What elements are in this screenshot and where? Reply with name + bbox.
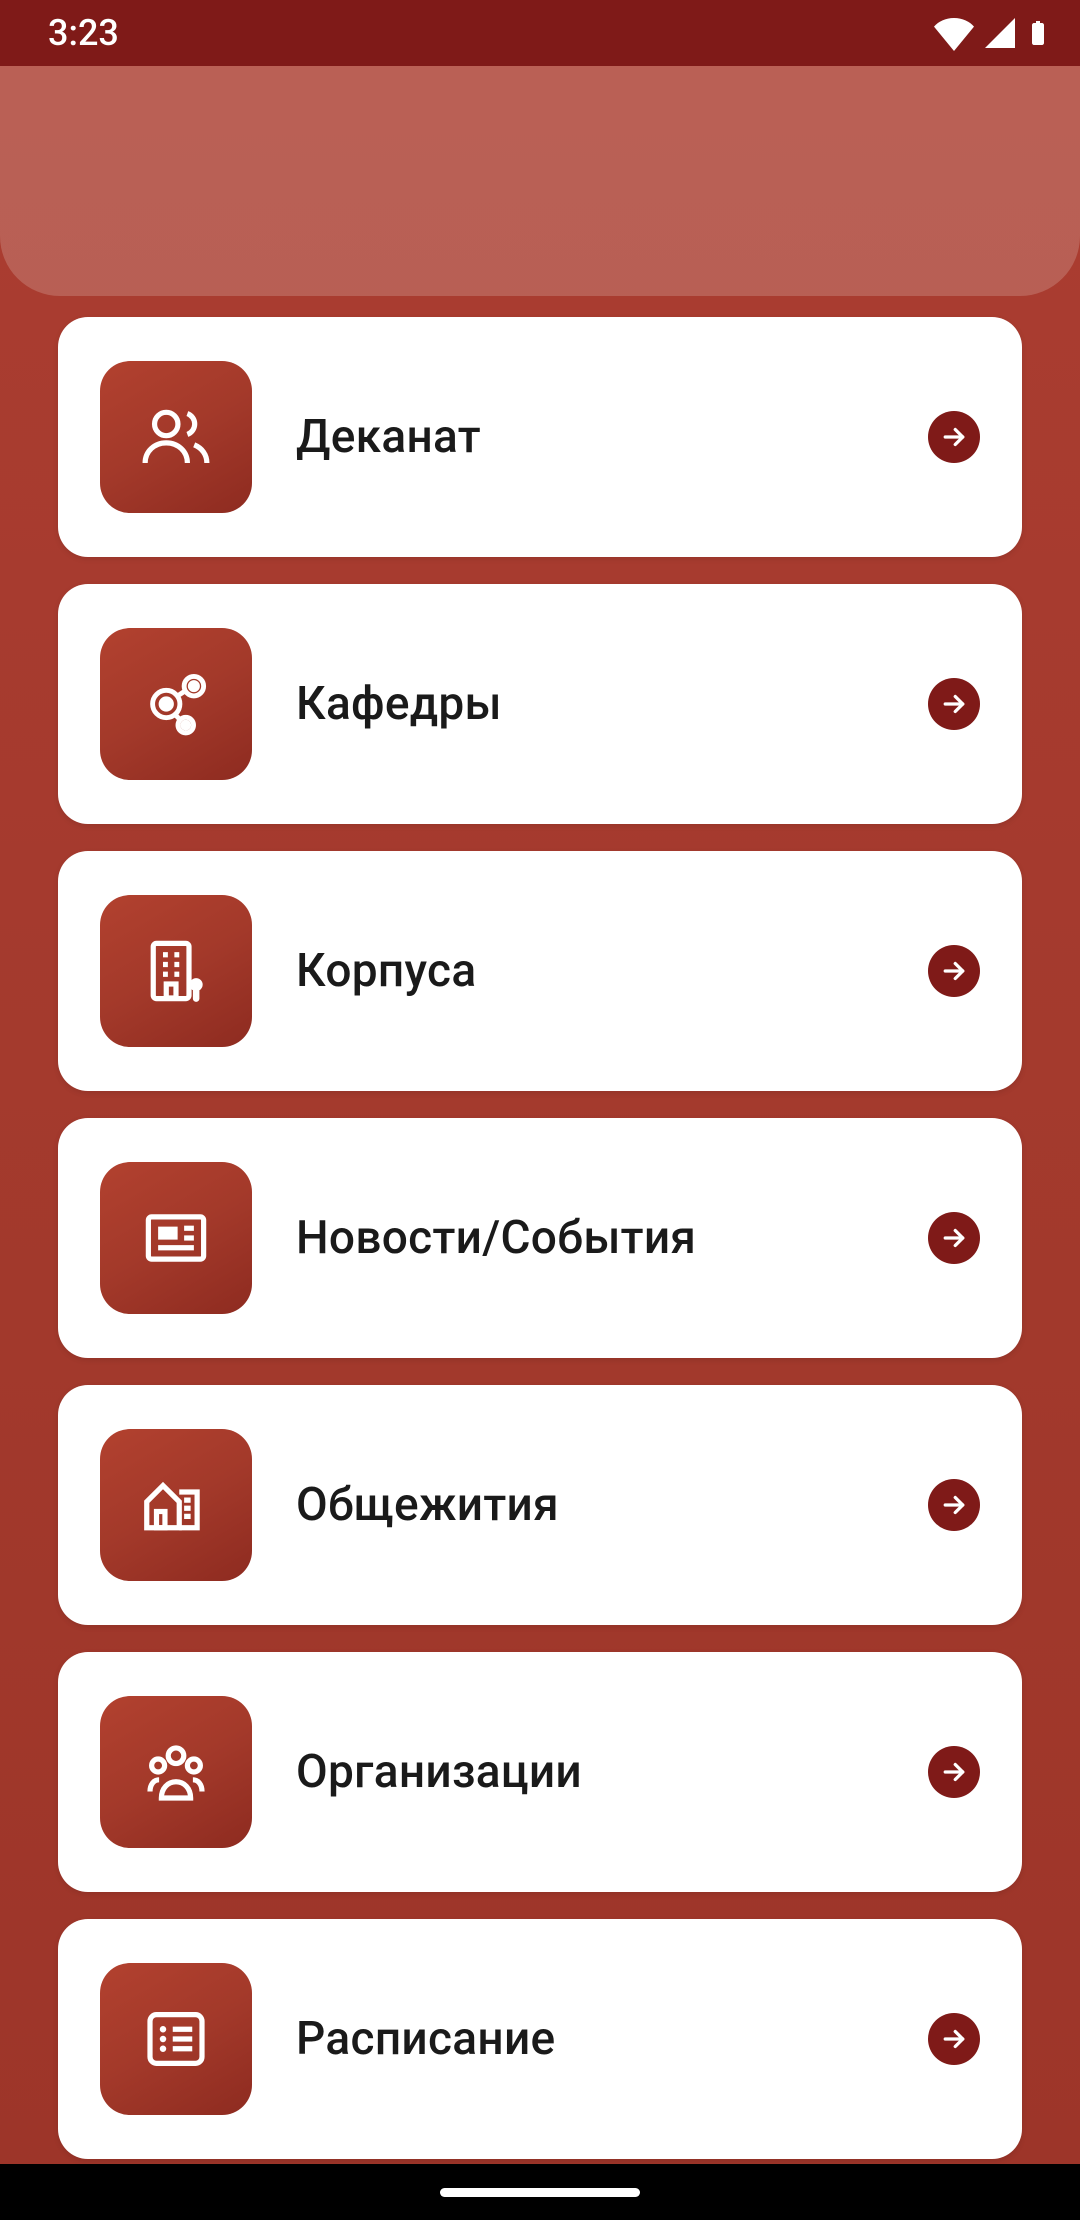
battery-icon bbox=[1026, 14, 1050, 52]
arrow-right-icon bbox=[928, 411, 980, 463]
status-time: 3:23 bbox=[48, 12, 119, 54]
menu-item-label: Новости/События bbox=[296, 1211, 928, 1265]
wifi-icon bbox=[934, 13, 974, 53]
arrow-right-icon bbox=[928, 1212, 980, 1264]
menu-item-label: Общежития bbox=[296, 1478, 928, 1532]
home-indicator[interactable] bbox=[440, 2188, 640, 2197]
menu-item-news[interactable]: Новости/События bbox=[58, 1118, 1022, 1358]
device-screen: 3:23 bbox=[0, 0, 1080, 2220]
menu-item-schedule[interactable]: Расписание bbox=[58, 1919, 1022, 2159]
arrow-right-icon bbox=[928, 945, 980, 997]
menu-item-dorms[interactable]: Общежития bbox=[58, 1385, 1022, 1625]
group-circle-icon bbox=[100, 1696, 252, 1848]
arrow-right-icon bbox=[928, 678, 980, 730]
header-banner bbox=[0, 66, 1080, 296]
people-nodes-icon bbox=[100, 628, 252, 780]
menu-item-deanery[interactable]: Деканат bbox=[58, 317, 1022, 557]
list-box-icon bbox=[100, 1963, 252, 2115]
arrow-right-icon bbox=[928, 2013, 980, 2065]
newspaper-icon bbox=[100, 1162, 252, 1314]
menu-list[interactable]: Деканат bbox=[0, 317, 1080, 2164]
arrow-right-icon bbox=[928, 1479, 980, 1531]
menu-item-label: Расписание bbox=[296, 2012, 928, 2066]
building-pin-icon bbox=[100, 895, 252, 1047]
arrow-right-icon bbox=[928, 1746, 980, 1798]
status-bar: 3:23 bbox=[0, 0, 1080, 66]
menu-item-organizations[interactable]: Организации bbox=[58, 1652, 1022, 1892]
people-outline-icon bbox=[100, 361, 252, 513]
status-indicators bbox=[934, 13, 1050, 53]
houses-icon bbox=[100, 1429, 252, 1581]
menu-item-buildings[interactable]: Корпуса bbox=[58, 851, 1022, 1091]
menu-item-label: Корпуса bbox=[296, 944, 928, 998]
cellular-icon bbox=[982, 15, 1018, 51]
app-surface: Деканат bbox=[0, 66, 1080, 2164]
menu-item-label: Организации bbox=[296, 1745, 928, 1799]
menu-item-label: Кафедры bbox=[296, 677, 928, 731]
menu-item-label: Деканат bbox=[296, 410, 928, 464]
menu-item-departments[interactable]: Кафедры bbox=[58, 584, 1022, 824]
system-nav-bar bbox=[0, 2164, 1080, 2220]
